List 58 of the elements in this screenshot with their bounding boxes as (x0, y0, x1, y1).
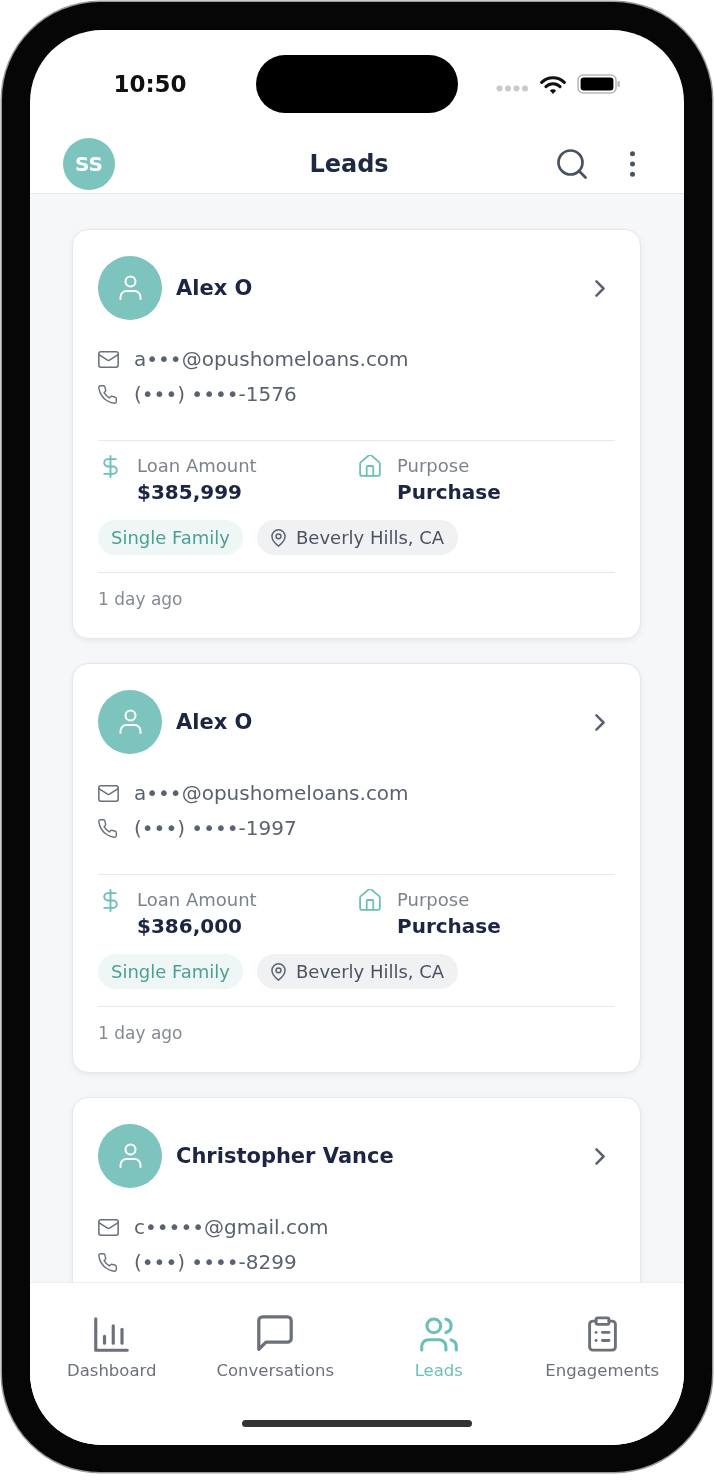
user-avatar-icon (98, 256, 162, 320)
phone-icon (98, 384, 117, 404)
nav-tab[interactable]: Engagements (520, 1315, 684, 1382)
user-avatar-icon (98, 690, 162, 754)
chevron-right-icon (595, 1147, 605, 1165)
purpose-value: Purchase (397, 913, 501, 940)
lead-card[interactable]: Alex O a•••@opushomeloans.com (•••) ••••-1997 Loan Amount $386,000 Purpose Purchase Single Family Beverly Hills, CA 1 day ago (72, 663, 641, 1073)
dollar-sign-icon (103, 889, 118, 912)
dollar-sign-icon (103, 455, 118, 478)
clipboard-list-icon (587, 1316, 617, 1352)
battery-icon (577, 74, 620, 94)
nav-tab[interactable]: Conversations (193, 1315, 357, 1382)
chevron-right-icon (595, 279, 605, 297)
lead-card[interactable]: Christopher Vance c•••••@gmail.com (•••) ••••-8299 (72, 1097, 641, 1282)
map-pin-icon (271, 528, 286, 547)
mail-icon (98, 1218, 119, 1236)
bar-chart-icon (94, 1317, 130, 1352)
time-ago-text: 1 day ago (98, 1022, 184, 1045)
lead-card[interactable]: Alex O a•••@opushomeloans.com (•••) ••••-1576 Loan Amount $385,999 Purpose Purchase Single Family Beverly Hills, CA 1 day ago (72, 229, 641, 639)
purpose-label: Purpose (397, 888, 471, 912)
wifi-icon (540, 76, 566, 94)
search-icon[interactable] (557, 149, 587, 179)
chat-bubble-icon (257, 1315, 294, 1352)
location-text: Beverly Hills, CA (296, 961, 445, 982)
house-icon (359, 889, 381, 911)
chevron-right-icon (595, 713, 605, 731)
time-ago-text: 1 day ago (98, 588, 184, 611)
mail-icon (98, 784, 119, 802)
status-time: 10:50 (113, 71, 187, 97)
loan-amount-label: Loan Amount (137, 454, 257, 478)
more-options-icon[interactable] (630, 151, 635, 177)
purpose-label: Purpose (397, 454, 471, 478)
location-text: Beverly Hills, CA (296, 527, 445, 548)
loan-amount-value: $385,999 (137, 479, 243, 506)
email-address: c•••••@gmail.com (134, 1215, 329, 1239)
phone-number: (•••) ••••-1576 (134, 382, 297, 406)
mail-icon (98, 350, 119, 368)
house-icon (359, 455, 381, 477)
purpose-value: Purchase (397, 479, 501, 506)
property-type-tag: Single Family (98, 520, 243, 555)
lead-name: Alex O (176, 710, 254, 734)
lead-name: Christopher Vance (176, 1144, 395, 1168)
phone-icon (98, 1252, 117, 1272)
email-address: a•••@opushomeloans.com (134, 347, 409, 371)
user-avatar-icon (98, 1124, 162, 1188)
email-address: a•••@opushomeloans.com (134, 781, 409, 805)
loan-amount-value: $386,000 (137, 913, 243, 940)
page-title: Leads (309, 150, 389, 178)
phone-number: (•••) ••••-8299 (134, 1250, 297, 1274)
phone-number: (•••) ••••-1997 (134, 816, 297, 840)
nav-tab[interactable]: Dashboard (30, 1315, 194, 1382)
phone-icon (98, 818, 117, 838)
lead-name: Alex O (176, 276, 254, 300)
map-pin-icon (271, 962, 286, 981)
property-type-tag: Single Family (98, 954, 243, 989)
people-icon (419, 1317, 458, 1352)
loan-amount-label: Loan Amount (137, 888, 257, 912)
signal-icon (496, 85, 529, 92)
